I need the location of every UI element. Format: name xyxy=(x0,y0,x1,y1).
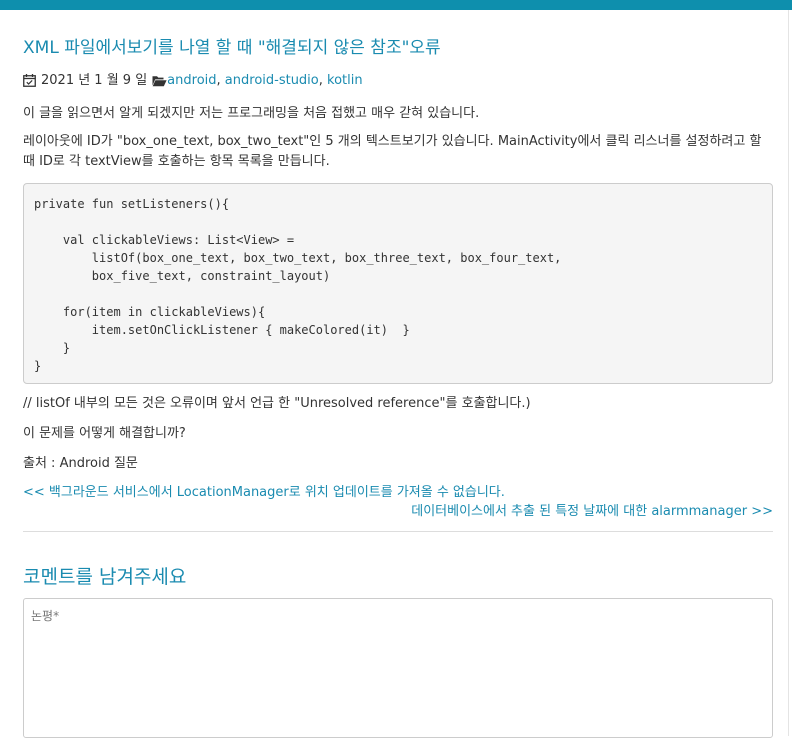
comment-heading: 코멘트를 남겨주세요 xyxy=(23,566,187,588)
paragraph-description: 레이아웃에 ID가 "box_one_text, box_two_text"인 … xyxy=(23,134,762,169)
post-navigation: << 백그라운드 서비스에서 LocationManager로 위치 업데이트를… xyxy=(23,483,773,521)
tag-link-kotlin[interactable]: kotlin xyxy=(327,72,363,90)
section-divider xyxy=(23,531,773,532)
prev-post-link[interactable]: << 백그라운드 서비스에서 LocationManager로 위치 업데이트를… xyxy=(23,483,773,502)
code-block[interactable]: private fun setListeners(){ val clickabl… xyxy=(23,183,773,384)
post-date: 2021 년 1 월 9 일 xyxy=(41,73,148,88)
paragraph-intro: 이 글을 읽으면서 알게 되겠지만 저는 프로그래밍을 처음 접했고 매우 갇혀… xyxy=(23,106,480,121)
post-meta: 2021 년 1 월 9 일 android , android-studio … xyxy=(23,72,773,90)
top-accent-bar xyxy=(0,0,792,10)
folder-open-icon xyxy=(152,72,167,90)
tag-separator: , xyxy=(216,73,221,88)
paragraph-source: 출처 : Android 질문 xyxy=(23,456,138,471)
tag-separator: , xyxy=(318,73,323,88)
tag-link-android-studio[interactable]: android-studio xyxy=(225,72,319,90)
paragraph-error-note: // listOf 내부의 모든 것은 오류이며 앞서 언급 한 "Unreso… xyxy=(23,396,531,411)
post-title[interactable]: XML 파일에서보기를 나열 할 때 "해결되지 않은 참조"오류 xyxy=(23,37,773,59)
article: XML 파일에서보기를 나열 할 때 "해결되지 않은 참조"오류 2021 년… xyxy=(23,10,773,738)
right-border-line xyxy=(788,10,789,736)
tag-link-android[interactable]: android xyxy=(167,72,216,90)
calendar-icon xyxy=(23,72,36,90)
comment-textarea[interactable] xyxy=(23,598,773,738)
paragraph-question: 이 문제를 어떻게 해결합니까? xyxy=(23,426,186,441)
next-post-link[interactable]: 데이터베이스에서 추출 된 특정 날짜에 대한 alarmmanager >> xyxy=(23,502,773,521)
